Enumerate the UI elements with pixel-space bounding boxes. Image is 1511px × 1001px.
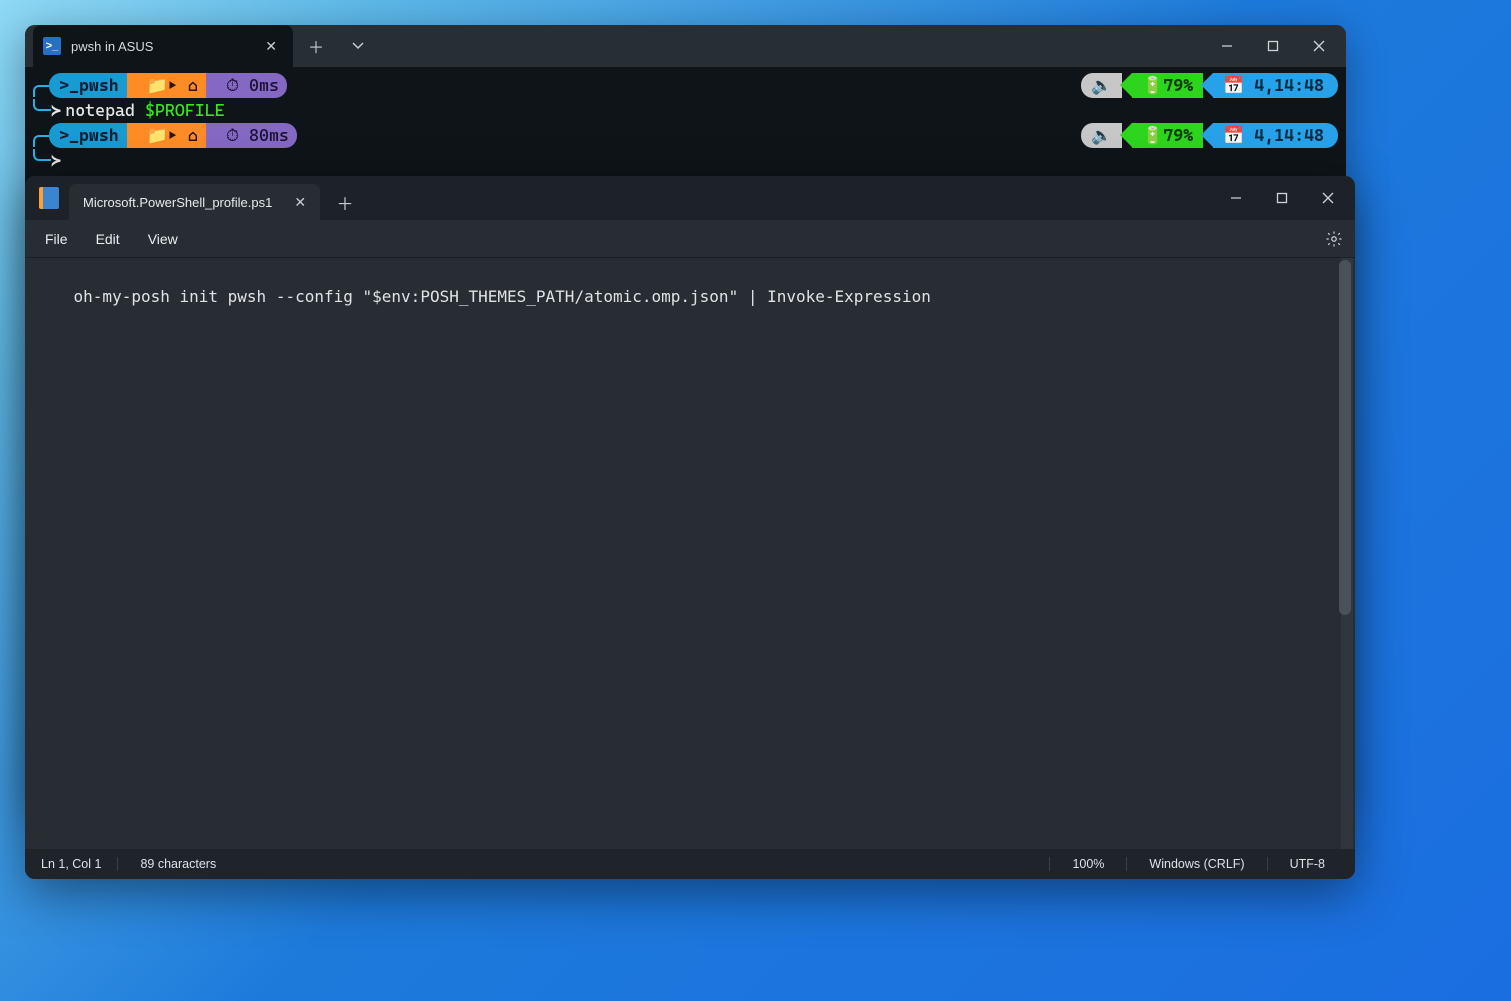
battery-segment: 🔋79%	[1132, 73, 1203, 98]
terminal-tab-title: pwsh in ASUS	[71, 39, 251, 54]
prompt-path-segment: 📁▸ ⌂	[127, 123, 206, 148]
editor-content: oh-my-posh init pwsh --config "$env:POSH…	[74, 287, 931, 306]
volume-segment: 🔈	[1081, 73, 1122, 98]
terminal-titlebar[interactable]: >_ pwsh in ASUS ✕ ＋	[25, 25, 1346, 67]
notepad-window: Microsoft.PowerShell_profile.ps1 ✕ ＋ Fil…	[25, 176, 1355, 879]
maximize-button[interactable]	[1250, 25, 1296, 67]
close-button[interactable]	[1305, 176, 1351, 220]
volume-segment: 🔈	[1081, 123, 1122, 148]
prompt-right-status: 🔈 🔋79% 📅 4,14:48	[1081, 123, 1338, 148]
clock-segment: 📅 4,14:48	[1213, 73, 1338, 98]
maximize-button[interactable]	[1259, 176, 1305, 220]
prompt-arrow-icon: ≻	[51, 148, 61, 173]
terminal-tab-dropdown-icon[interactable]	[339, 31, 377, 61]
menu-edit[interactable]: Edit	[84, 225, 132, 253]
terminal-new-tab-button[interactable]: ＋	[297, 31, 335, 61]
terminal-tab[interactable]: >_ pwsh in ASUS ✕	[33, 25, 293, 67]
prompt-connector-icon	[33, 149, 51, 161]
status-position: Ln 1, Col 1	[33, 857, 118, 871]
prompt-arrow-icon: ≻	[51, 98, 61, 123]
prompt-timing-segment: ⏱ 80ms	[206, 123, 297, 148]
notepad-statusbar: Ln 1, Col 1 89 characters 100% Windows (…	[25, 849, 1355, 879]
prompt-right-status: 🔈 🔋79% 📅 4,14:48	[1081, 73, 1338, 98]
notepad-tab-close-icon[interactable]: ✕	[290, 190, 310, 215]
clock-segment: 📅 4,14:48	[1213, 123, 1338, 148]
prompt-path-segment: 📁▸ ⌂	[127, 73, 206, 98]
prompt-timing-segment: ⏱ 0ms	[206, 73, 287, 98]
scrollbar-thumb[interactable]	[1339, 260, 1351, 615]
command-row: ≻ notepad $PROFILE	[33, 98, 1338, 123]
terminal-tab-close-icon[interactable]: ✕	[261, 34, 281, 59]
status-eol[interactable]: Windows (CRLF)	[1126, 857, 1266, 871]
battery-segment: 🔋79%	[1132, 123, 1203, 148]
menu-view[interactable]: View	[136, 225, 190, 253]
notepad-new-tab-button[interactable]: ＋	[326, 184, 364, 220]
prompt-input-row[interactable]: ≻	[33, 148, 1338, 173]
close-button[interactable]	[1296, 25, 1342, 67]
prompt-connector-icon	[33, 99, 51, 111]
notepad-titlebar[interactable]: Microsoft.PowerShell_profile.ps1 ✕ ＋	[25, 176, 1355, 220]
powershell-icon: >_	[43, 37, 61, 55]
notepad-window-controls	[1213, 176, 1351, 220]
status-zoom[interactable]: 100%	[1049, 857, 1126, 871]
menu-file[interactable]: File	[33, 225, 80, 253]
terminal-window-controls	[1204, 25, 1342, 67]
command-text: notepad	[65, 98, 135, 123]
status-encoding[interactable]: UTF-8	[1267, 857, 1347, 871]
prompt-row: >_pwsh 📁▸ ⌂ ⏱ 0ms 🔈 🔋79% 📅 4,14:48	[33, 73, 1338, 98]
notepad-menubar: File Edit View	[25, 220, 1355, 258]
notepad-tab[interactable]: Microsoft.PowerShell_profile.ps1 ✕	[69, 184, 320, 220]
command-argument: $PROFILE	[145, 98, 225, 123]
status-char-count: 89 characters	[124, 857, 232, 871]
notepad-file-icon	[39, 187, 59, 209]
scrollbar-track[interactable]	[1341, 258, 1353, 849]
prompt-row: >_pwsh 📁▸ ⌂ ⏱ 80ms 🔈 🔋79% 📅 4,14:48	[33, 123, 1338, 148]
prompt-shell-segment: >_pwsh	[49, 73, 127, 98]
minimize-button[interactable]	[1204, 25, 1250, 67]
prompt-shell-segment: >_pwsh	[49, 123, 127, 148]
minimize-button[interactable]	[1213, 176, 1259, 220]
settings-icon[interactable]	[1325, 230, 1343, 248]
notepad-tab-title: Microsoft.PowerShell_profile.ps1	[83, 195, 272, 210]
notepad-editor[interactable]: oh-my-posh init pwsh --config "$env:POSH…	[25, 258, 1355, 849]
